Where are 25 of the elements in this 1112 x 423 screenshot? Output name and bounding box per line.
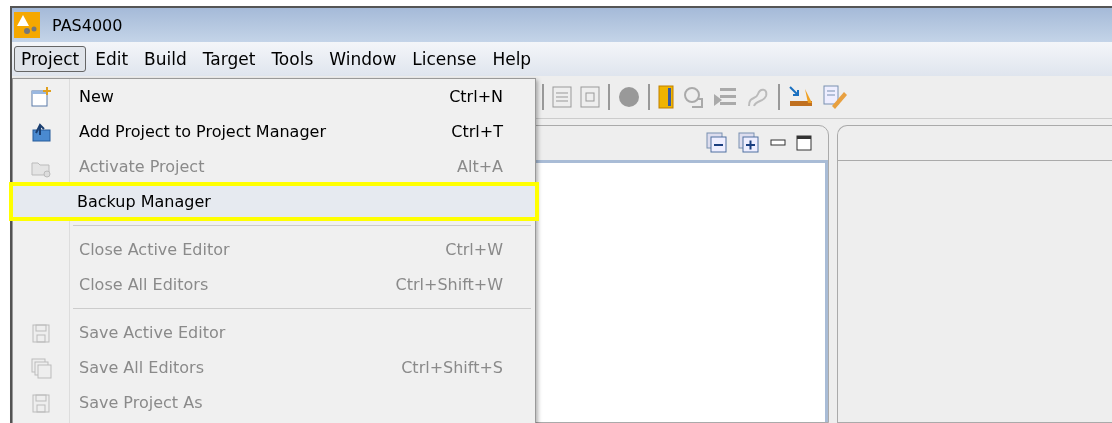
maximize-icon[interactable] [796,135,812,151]
document-pen-icon[interactable] [822,84,848,110]
menu-item[interactable]: License [405,46,484,72]
menu-option[interactable]: Add Project to Project Manager Ctrl+T [13,114,535,149]
menu-item[interactable]: Help [485,46,539,72]
menu-option[interactable]: Backup Manager [11,184,537,219]
window-icon[interactable] [580,86,600,108]
menu-item[interactable]: Target [195,46,263,72]
menu-item[interactable]: Project [14,46,87,72]
minimize-icon[interactable] [770,139,786,147]
window-title: PAS4000 [52,15,123,35]
app-logo-icon [14,12,40,38]
menu-item[interactable]: Tools [264,46,321,72]
expand-all-icon[interactable] [738,132,760,154]
list-icon[interactable] [552,86,572,108]
collapse-all-icon[interactable] [706,132,728,154]
arrow-tray-icon[interactable] [788,85,814,109]
menu-option[interactable]: New Ctrl+N [13,79,535,114]
floppy-disks-icon [30,356,52,379]
lines-icon[interactable] [714,86,738,108]
menu-item[interactable]: Build [137,46,194,72]
new-document-icon [30,85,52,108]
menu-item[interactable]: Window [322,46,404,72]
menu-item[interactable]: Edit [88,46,136,72]
book-icon[interactable] [658,85,674,109]
